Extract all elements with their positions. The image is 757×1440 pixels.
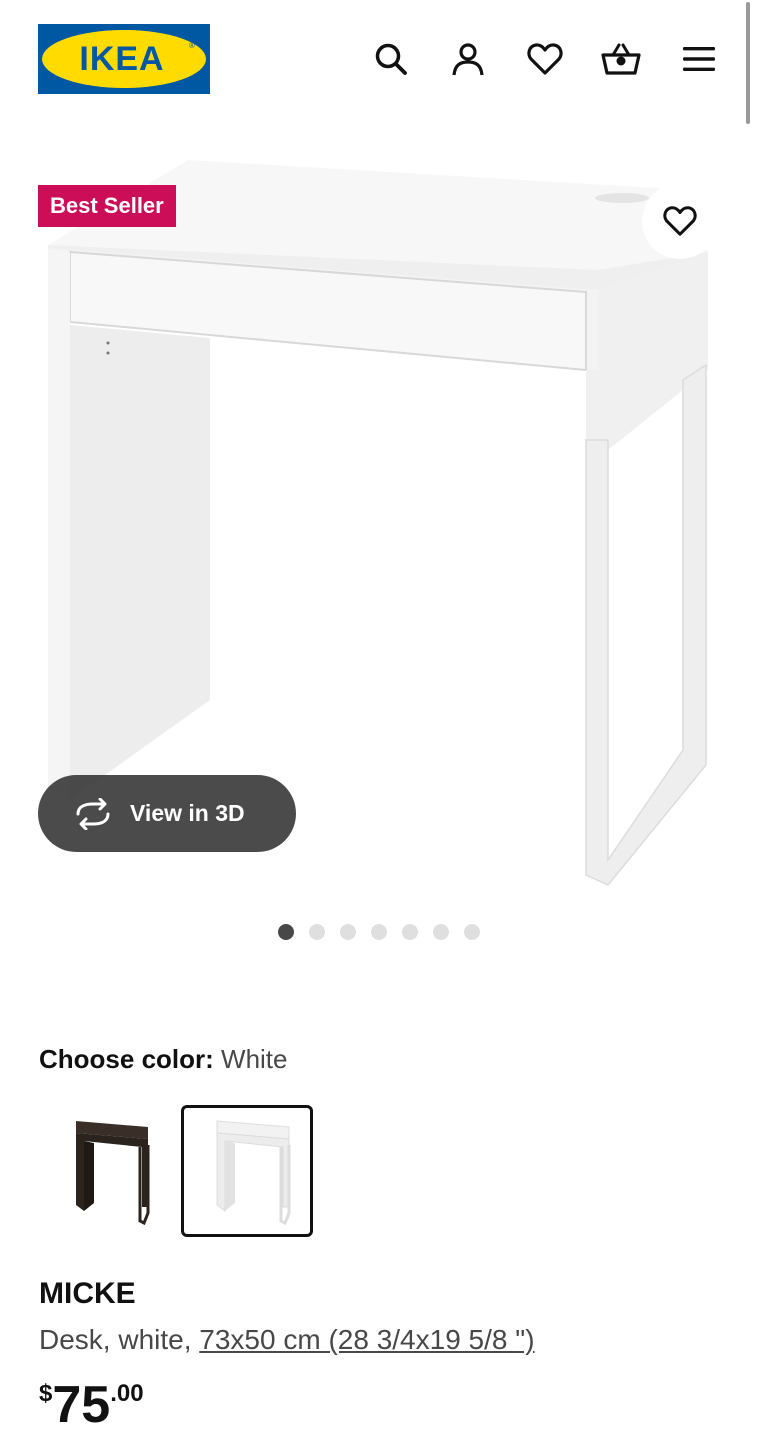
choose-color-title: Choose color: [39, 1044, 214, 1074]
page-scrollbar[interactable] [746, 2, 750, 124]
view-in-3d-label: View in 3D [130, 800, 245, 826]
white-desk-thumbnail [216, 1120, 291, 1225]
pagination-dot-7[interactable] [464, 924, 480, 940]
product-type: Desk, white, [39, 1324, 200, 1355]
heart-icon[interactable] [524, 38, 566, 80]
choose-color-label: Choose color: White [39, 1042, 288, 1076]
ikea-logo[interactable]: IKEA ® [38, 24, 210, 94]
pagination-dot-5[interactable] [402, 924, 418, 940]
heart-icon [663, 206, 697, 236]
pagination-dot-2[interactable] [309, 924, 325, 940]
selected-color-value: White [221, 1044, 288, 1074]
image-pagination [278, 924, 480, 940]
rotate-3d-icon [76, 797, 110, 830]
color-option-white[interactable] [181, 1105, 313, 1237]
price-integer: 75 [52, 1376, 111, 1434]
add-to-favorites-button[interactable] [642, 183, 718, 259]
account-icon[interactable] [447, 38, 489, 80]
pagination-dot-6[interactable] [433, 924, 449, 940]
product-price: $75.00 [39, 1374, 144, 1440]
black-brown-desk-thumbnail [76, 1121, 150, 1225]
site-header: IKEA ® [0, 0, 757, 120]
best-seller-badge: Best Seller [38, 185, 176, 227]
pagination-dot-1[interactable] [278, 924, 294, 940]
view-in-3d-button[interactable]: View in 3D [38, 775, 296, 852]
product-description: Desk, white, 73x50 cm (28 3/4x19 5/8 ") [39, 1320, 535, 1360]
svg-text:®: ® [189, 41, 195, 50]
price-decimal: .00 [110, 1380, 144, 1407]
search-icon[interactable] [370, 38, 412, 80]
pagination-dot-3[interactable] [340, 924, 356, 940]
svg-text:IKEA: IKEA [79, 40, 164, 78]
price-currency: $ [39, 1380, 53, 1407]
product-size-link[interactable]: 73x50 cm (28 3/4x19 5/8 ") [199, 1324, 534, 1355]
pagination-dot-4[interactable] [371, 924, 387, 940]
color-option-black-brown[interactable] [40, 1105, 172, 1237]
menu-icon[interactable] [678, 38, 720, 80]
cart-icon[interactable] [600, 38, 642, 80]
product-name: MICKE [39, 1277, 136, 1310]
